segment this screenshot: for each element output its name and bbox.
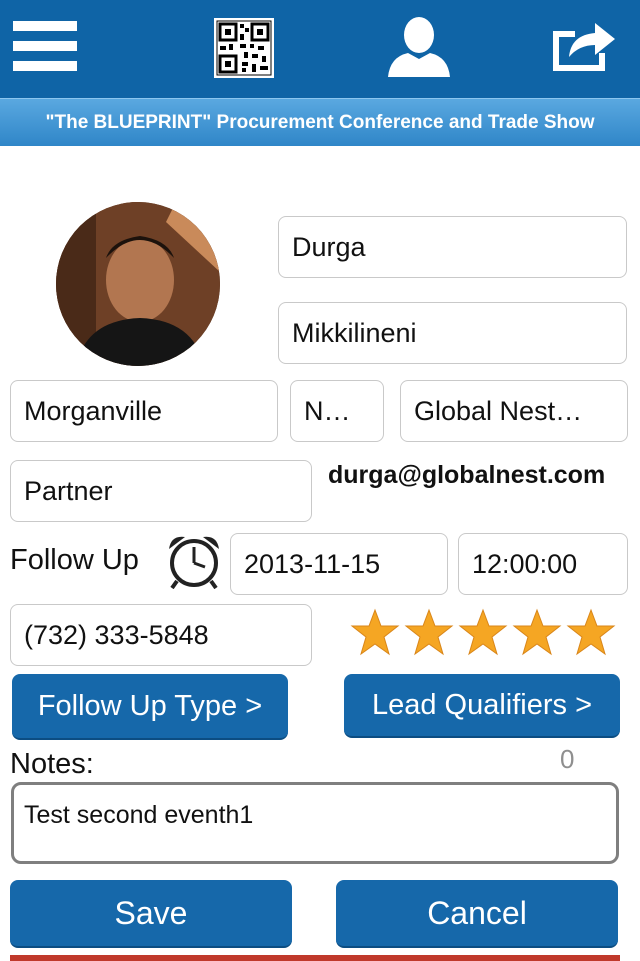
user-profile-icon[interactable] xyxy=(385,16,453,78)
star-icon[interactable] xyxy=(458,608,508,658)
company-field[interactable]: Global Nest… xyxy=(400,380,628,442)
notes-label: Notes: xyxy=(10,748,94,780)
share-icon[interactable] xyxy=(548,14,618,74)
top-navigation-bar xyxy=(0,0,640,98)
notes-textarea[interactable]: Test second eventh1 xyxy=(11,782,619,864)
notes-value: Test second eventh1 xyxy=(24,801,254,829)
last-name-field[interactable]: Mikkilineni xyxy=(278,302,627,364)
last-name-value: Mikkilineni xyxy=(292,317,417,348)
lead-rating[interactable] xyxy=(350,608,616,658)
save-label: Save xyxy=(114,894,188,931)
qr-code-icon[interactable] xyxy=(213,18,275,78)
star-icon[interactable] xyxy=(512,608,562,658)
star-icon[interactable] xyxy=(350,608,400,658)
email-address[interactable]: durga@globalnest.com xyxy=(328,458,618,492)
job-title-field[interactable]: Partner xyxy=(10,460,312,522)
event-title: "The BLUEPRINT" Procurement Conference a… xyxy=(45,111,595,133)
notes-character-count: 0 xyxy=(560,744,575,774)
contact-avatar[interactable] xyxy=(56,202,220,366)
first-name-field[interactable]: Durga xyxy=(278,216,627,278)
first-name-value: Durga xyxy=(292,231,366,262)
alarm-clock-icon[interactable] xyxy=(164,532,224,590)
bottom-edge-strip xyxy=(10,955,620,961)
state-field[interactable]: N… xyxy=(290,380,384,442)
follow-up-type-label: Follow Up Type > xyxy=(37,689,263,722)
hamburger-menu-icon[interactable] xyxy=(12,18,78,74)
save-button[interactable]: Save xyxy=(10,880,292,948)
job-title-value: Partner xyxy=(24,475,113,506)
city-field[interactable]: Morganville xyxy=(10,380,278,442)
follow-up-time-value: 12:00:00 xyxy=(472,548,578,579)
company-value: Global Nest… xyxy=(414,395,583,426)
star-icon[interactable] xyxy=(566,608,616,658)
phone-value: (732) 333-5848 xyxy=(24,619,209,650)
cancel-button[interactable]: Cancel xyxy=(336,880,618,948)
event-title-banner: "The BLUEPRINT" Procurement Conference a… xyxy=(0,98,640,146)
follow-up-label: Follow Up xyxy=(10,544,139,576)
state-value: N… xyxy=(304,395,351,426)
city-value: Morganville xyxy=(24,395,163,426)
follow-up-date-field[interactable]: 2013-11-15 xyxy=(230,533,448,595)
lead-qualifiers-label: Lead Qualifiers > xyxy=(371,688,593,721)
follow-up-type-button[interactable]: Follow Up Type > xyxy=(12,674,288,740)
cancel-label: Cancel xyxy=(427,894,527,931)
follow-up-time-field[interactable]: 12:00:00 xyxy=(458,533,628,595)
star-icon[interactable] xyxy=(404,608,454,658)
follow-up-date-value: 2013-11-15 xyxy=(244,548,381,579)
lead-qualifiers-button[interactable]: Lead Qualifiers > xyxy=(344,674,620,738)
phone-field[interactable]: (732) 333-5848 xyxy=(10,604,312,666)
